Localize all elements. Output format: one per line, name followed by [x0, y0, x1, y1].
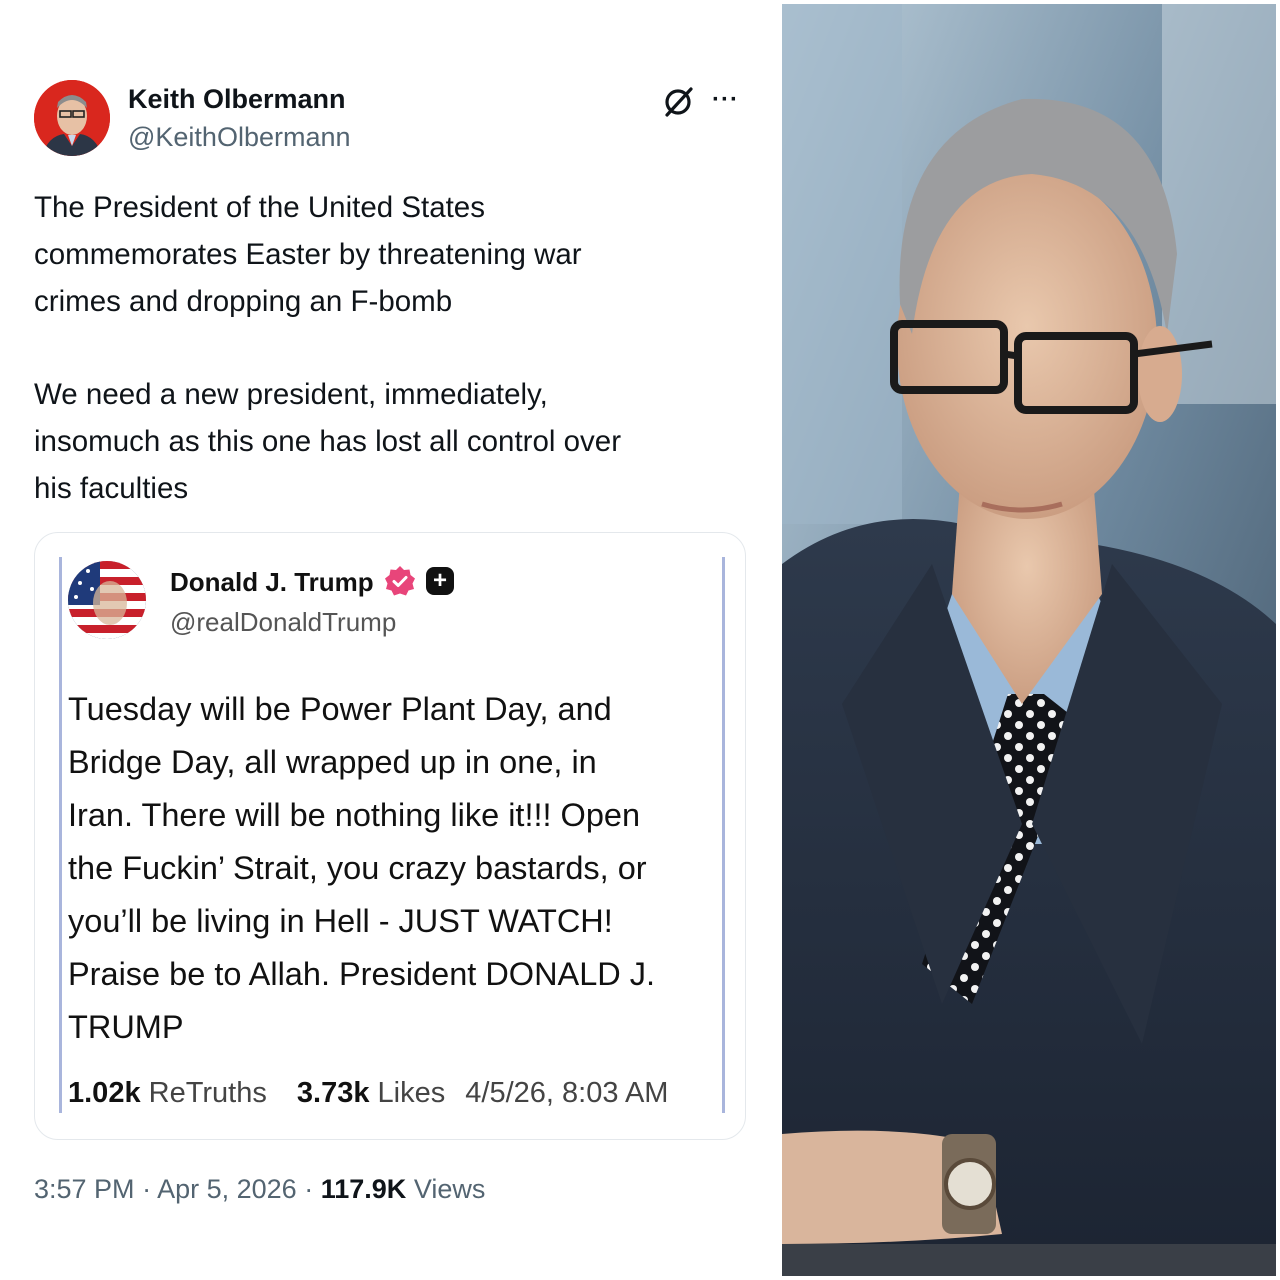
- views-count: 117.9K: [320, 1174, 407, 1204]
- quoted-author-avatar: [68, 561, 146, 639]
- quoted-author-handle: @realDonaldTrump: [170, 607, 397, 637]
- quoted-line: Bridge Day, all wrapped up in one, in: [68, 744, 597, 780]
- quoted-line: you’ll be living in Hell - JUST WATCH!: [68, 903, 613, 939]
- author-avatar[interactable]: [34, 80, 110, 156]
- meta-separator: ·: [142, 1174, 152, 1204]
- likes-label: Likes: [377, 1077, 446, 1109]
- tweet-line: commemorates Easter by threatening war: [34, 238, 582, 271]
- quoted-timestamp: 4/5/26, 8:03 AM: [465, 1077, 669, 1109]
- quoted-post-text: Tuesday will be Power Plant Day, and Bri…: [68, 683, 655, 1054]
- author-handle[interactable]: @KeithOlbermann: [128, 122, 351, 153]
- meta-separator: ·: [304, 1174, 314, 1204]
- verified-badge-icon: [384, 565, 416, 597]
- quoted-stats: 1.02k ReTruths 3.73k Likes 4/5/26, 8:03 …: [68, 1077, 668, 1110]
- tweet-line: insomuch as this one has lost all contro…: [34, 425, 622, 458]
- tweet-date[interactable]: Apr 5, 2026: [157, 1174, 297, 1204]
- author-name[interactable]: Keith Olbermann: [128, 84, 346, 115]
- retruths-label: ReTruths: [148, 1077, 267, 1109]
- plus-badge-icon: +: [426, 567, 454, 595]
- tweet-line: crimes and dropping an F-bomb: [34, 285, 453, 318]
- views-label: Views: [413, 1174, 486, 1204]
- more-horizontal-icon[interactable]: ···: [712, 86, 739, 114]
- likes-count: 3.73k: [296, 1077, 370, 1109]
- tweet-card: Keith Olbermann @KeithOlbermann ··· The …: [0, 0, 780, 1280]
- quoted-line: TRUMP: [68, 1009, 184, 1045]
- tweet-line: The President of the United States: [34, 191, 485, 224]
- quoted-line: the Fuckin’ Strait, you crazy bastards, …: [68, 850, 647, 886]
- tweet-paragraph-2: We need a new president, immediately, in…: [34, 371, 734, 512]
- tweet-time[interactable]: 3:57 PM: [34, 1174, 135, 1204]
- quoted-line: Tuesday will be Power Plant Day, and: [68, 691, 612, 727]
- quoted-post-screenshot: Donald J. Trump + @realDonaldTrump Tuesd…: [59, 557, 725, 1113]
- tweet-paragraph-1: The President of the United States comme…: [34, 184, 734, 325]
- quoted-line: Iran. There will be nothing like it!!! O…: [68, 797, 641, 833]
- quoted-author-name: Donald J. Trump: [170, 567, 374, 597]
- tweet-line: his faculties: [34, 472, 189, 505]
- tweet-line: We need a new president, immediately,: [34, 378, 548, 411]
- retruths-count: 1.02k: [68, 1077, 141, 1109]
- quoted-post[interactable]: Donald J. Trump + @realDonaldTrump Tuesd…: [34, 532, 746, 1140]
- quoted-line: Praise be to Allah. President DONALD J.: [68, 956, 656, 992]
- grok-slash-icon[interactable]: [660, 84, 696, 120]
- tweet-meta: 3:57 PM · Apr 5, 2026 · 117.9K Views: [34, 1174, 485, 1205]
- portrait-photo: [782, 4, 1276, 1276]
